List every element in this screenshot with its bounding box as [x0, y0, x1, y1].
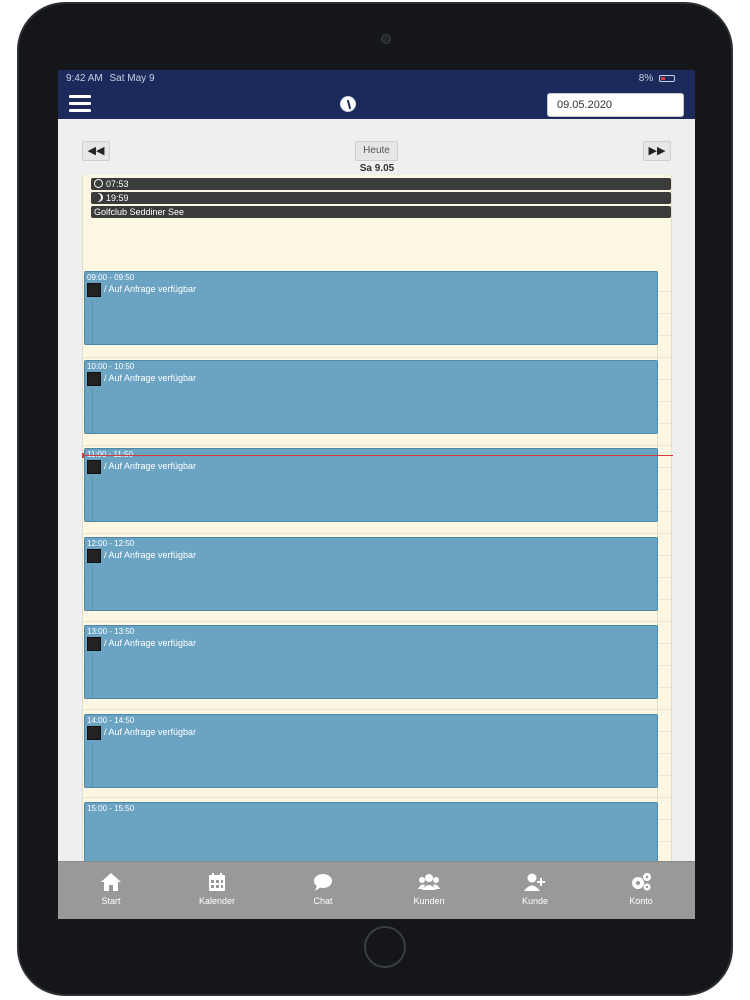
status-date: Sat May 9 [109, 73, 155, 84]
date-input[interactable] [547, 93, 684, 117]
event-title: / Auf Anfrage verfügbar [104, 461, 197, 471]
event-time: 09:00 - 09:50 [87, 273, 135, 282]
sunrise-time: 07:53 [106, 179, 129, 189]
tab-kunde[interactable]: Kunde [482, 862, 588, 919]
tab-label: Konto [629, 896, 653, 906]
status-battery: 8% [639, 73, 675, 84]
event-time: 12:00 - 12:50 [87, 539, 135, 548]
tab-konto[interactable]: Konto [588, 862, 694, 919]
hamburger-icon[interactable] [69, 95, 91, 113]
tab-label: Kalender [198, 896, 236, 906]
time-grid: 09:00 - 09:50 / Auf Anfrage verfügbar 10… [82, 270, 673, 919]
camera [381, 34, 391, 44]
event-block[interactable]: 14:00 - 14:50 / Auf Anfrage verfügbar [84, 714, 658, 788]
event-block[interactable]: 12:00 - 12:50 / Auf Anfrage verfügbar [84, 537, 658, 611]
event-title: / Auf Anfrage verfügbar [104, 638, 197, 648]
tab-label: Chat [313, 896, 333, 906]
tab-label: Start [101, 896, 121, 906]
cogs-icon [632, 873, 651, 891]
tab-start[interactable]: Start [58, 862, 164, 919]
event-title: / Auf Anfrage verfügbar [104, 284, 197, 294]
user-plus-icon [524, 873, 545, 891]
sunrise-pill: 07:53 [91, 178, 671, 190]
event-title: / Auf Anfrage verfügbar [104, 727, 197, 737]
event-block[interactable]: 11:00 - 11:50 / Auf Anfrage verfügbar [84, 448, 658, 522]
day-header: Sa 9.05 [82, 163, 672, 175]
event-title: / Auf Anfrage verfügbar [104, 373, 197, 383]
tab-kalender[interactable]: Kalender [164, 862, 270, 919]
moon-icon [94, 193, 103, 202]
battery-icon [659, 74, 675, 82]
event-stripe [92, 300, 93, 344]
calendar-icon [209, 873, 225, 891]
sunrise-icon [94, 179, 103, 188]
calendar-panel: ◀◀ Heute ▶▶ Sa 9.05 07:53 19:59 Golfclub… [82, 141, 673, 919]
tab-label: Kunde [521, 896, 549, 906]
battery-percent: 8% [638, 73, 654, 84]
bottom-tab-bar: Start Kalender Chat Kunden Kunde Konto [58, 861, 695, 919]
home-icon [101, 873, 121, 891]
app-screen: 9:42 AM Sat May 9 8% ◀◀ Heute ▶▶ Sa 9.05… [58, 70, 695, 919]
chat-icon [314, 874, 332, 891]
event-stripe [92, 566, 93, 610]
grid-column [657, 270, 671, 919]
event-checkbox[interactable] [87, 726, 101, 740]
event-time: 10:00 - 10:50 [87, 362, 135, 371]
current-time-line [82, 453, 673, 458]
event-stripe [92, 477, 93, 521]
next-day-button[interactable]: ▶▶ [643, 141, 671, 161]
tab-label: Kunden [413, 896, 445, 906]
app-header [58, 88, 695, 119]
event-checkbox[interactable] [87, 283, 101, 297]
location-pill[interactable]: Golfclub Seddiner See [91, 206, 671, 218]
sunset-time: 19:59 [106, 193, 129, 203]
status-time: 9:42 AM [66, 73, 103, 84]
tab-kunden[interactable]: Kunden [376, 862, 482, 919]
home-button[interactable] [364, 926, 406, 968]
event-checkbox[interactable] [87, 372, 101, 386]
event-checkbox[interactable] [87, 549, 101, 563]
tab-chat[interactable]: Chat [270, 862, 376, 919]
event-block[interactable]: 10:00 - 10:50 / Auf Anfrage verfügbar [84, 360, 658, 434]
event-stripe [92, 654, 93, 698]
event-time: 13:00 - 13:50 [87, 627, 135, 636]
event-block[interactable]: 09:00 - 09:50 / Auf Anfrage verfügbar [84, 271, 658, 345]
sunset-pill: 19:59 [91, 192, 671, 204]
event-block[interactable]: 13:00 - 13:50 / Auf Anfrage verfügbar [84, 625, 658, 699]
event-stripe [92, 389, 93, 433]
event-checkbox[interactable] [87, 637, 101, 651]
golf-logo-icon [340, 96, 356, 112]
event-title: / Auf Anfrage verfügbar [104, 550, 197, 560]
event-time: 14:00 - 14:50 [87, 716, 135, 725]
event-time: 15:00 - 15:50 [87, 804, 135, 813]
users-icon [418, 874, 440, 890]
previous-day-button[interactable]: ◀◀ [82, 141, 110, 161]
event-checkbox[interactable] [87, 460, 101, 474]
event-stripe [92, 743, 93, 787]
all-day-area: 07:53 19:59 Golfclub Seddiner See [82, 175, 672, 270]
status-bar: 9:42 AM Sat May 9 8% [58, 70, 695, 88]
today-button[interactable]: Heute [355, 141, 398, 161]
